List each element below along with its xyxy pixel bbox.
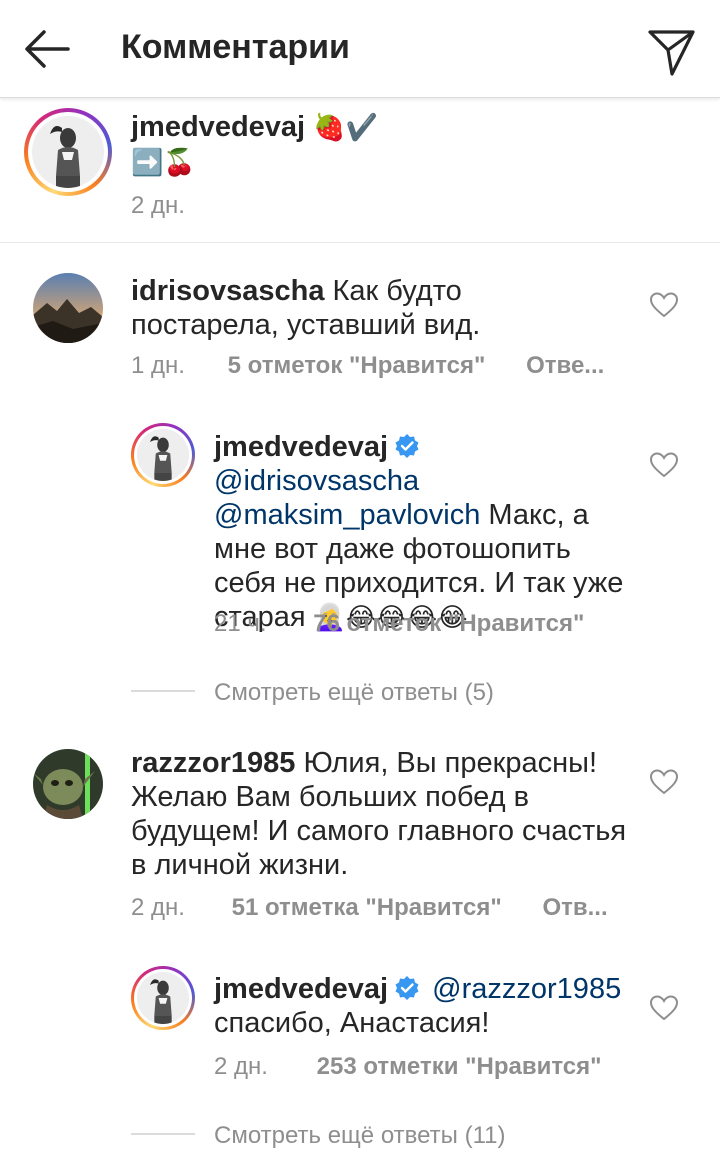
reply-button[interactable]: Отв... bbox=[542, 894, 607, 921]
caption-text: ➡️🍒 bbox=[131, 148, 196, 178]
avatar-image bbox=[33, 749, 103, 819]
verified-icon bbox=[394, 433, 420, 459]
like-button[interactable] bbox=[649, 452, 679, 478]
comment-likes[interactable]: 51 отметка "Нравится" bbox=[232, 894, 502, 921]
heart-icon bbox=[649, 292, 679, 318]
heart-icon bbox=[649, 769, 679, 795]
view-more-replies[interactable]: Смотреть ещё ответы (5) bbox=[214, 679, 494, 707]
top-bar: Комментарии bbox=[0, 0, 720, 98]
caption-emoji: 🍓✔️ bbox=[313, 113, 378, 143]
caption-time: 2 дн. bbox=[131, 192, 185, 219]
avatar-image bbox=[32, 116, 104, 188]
mention-link[interactable]: @idrisovsascha bbox=[214, 465, 419, 497]
like-button[interactable] bbox=[649, 995, 679, 1021]
heart-icon bbox=[649, 995, 679, 1021]
comment-time: 21 ч. bbox=[214, 610, 267, 637]
comment-likes[interactable]: 76 отметок "Нравится" bbox=[313, 610, 584, 637]
verified-icon bbox=[394, 975, 420, 1001]
avatar-image bbox=[137, 972, 189, 1024]
avatar[interactable] bbox=[131, 423, 195, 487]
back-arrow-icon bbox=[25, 30, 70, 68]
avatar[interactable] bbox=[24, 108, 112, 196]
avatar[interactable] bbox=[131, 966, 195, 1030]
view-more-replies[interactable]: Смотреть ещё ответы (11) bbox=[214, 1122, 505, 1150]
avatar[interactable] bbox=[33, 749, 103, 819]
comment-likes[interactable]: 5 отметок "Нравится" bbox=[228, 352, 486, 379]
divider bbox=[131, 690, 195, 692]
mention-link[interactable]: @razzzor1985 bbox=[432, 973, 621, 1005]
comment-time: 2 дн. bbox=[214, 1053, 268, 1080]
avatar-image bbox=[33, 273, 103, 343]
like-button[interactable] bbox=[649, 769, 679, 795]
post-caption: jmedvedevaj 🍓✔️ ➡️🍒 2 дн. bbox=[0, 98, 720, 243]
comment-username[interactable]: jmedvedevaj bbox=[214, 431, 388, 463]
heart-icon bbox=[649, 452, 679, 478]
comment-time: 2 дн. bbox=[131, 894, 185, 921]
page-title: Комментарии bbox=[121, 28, 350, 66]
back-button[interactable] bbox=[18, 22, 74, 78]
divider bbox=[131, 1133, 195, 1135]
caption-username[interactable]: jmedvedevaj bbox=[131, 111, 305, 143]
mention-link[interactable]: @maksim_pavlovich bbox=[214, 499, 480, 531]
comment-likes[interactable]: 253 отметки "Нравится" bbox=[317, 1053, 602, 1080]
comment-text: спасибо, Анастасия! bbox=[214, 1007, 490, 1039]
comment-username[interactable]: razzzor1985 bbox=[131, 747, 295, 779]
send-icon bbox=[648, 30, 695, 76]
share-button[interactable] bbox=[644, 22, 700, 78]
comment-time: 1 дн. bbox=[131, 352, 185, 379]
like-button[interactable] bbox=[649, 292, 679, 318]
comment-username[interactable]: jmedvedevaj bbox=[214, 973, 388, 1005]
comment-username[interactable]: idrisovsascha bbox=[131, 275, 324, 307]
avatar-image bbox=[137, 429, 189, 481]
avatar[interactable] bbox=[33, 273, 103, 343]
reply-button[interactable]: Отве... bbox=[526, 352, 604, 379]
